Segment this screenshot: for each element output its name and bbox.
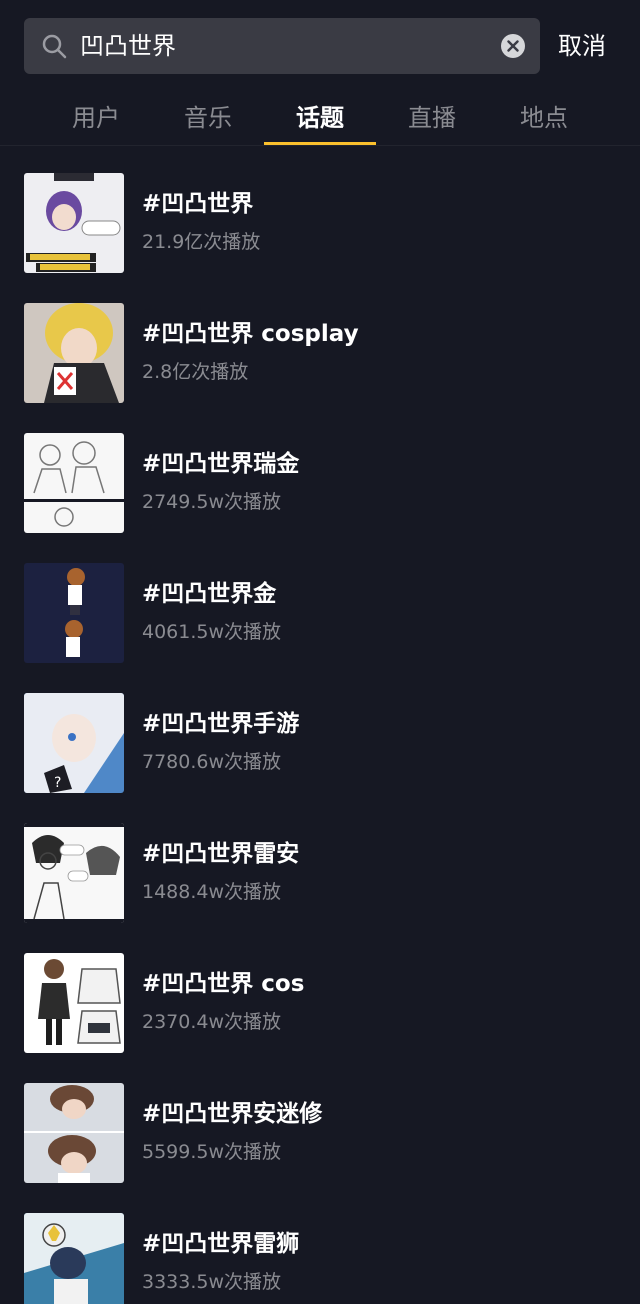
tab-live[interactable]: 直播	[376, 98, 488, 138]
clear-icon[interactable]	[500, 33, 526, 59]
search-icon	[42, 34, 67, 59]
tab-places[interactable]: 地点	[488, 98, 600, 138]
tab-users[interactable]: 用户	[40, 98, 152, 138]
topic-title: #凹凸世界雷安	[142, 841, 300, 867]
play-count: 2749.5w次播放	[142, 491, 282, 513]
topic-thumbnail	[24, 1213, 124, 1304]
tab-video[interactable]: 频	[0, 98, 16, 138]
play-count: 7780.6w次播放	[142, 751, 282, 773]
topic-title: #凹凸世界瑞金	[142, 451, 300, 477]
list-item[interactable]: #凹凸世界 21.9亿次播放	[0, 173, 640, 293]
list-item[interactable]: #凹凸世界雷狮 3333.5w次播放	[0, 1213, 640, 1304]
list-item[interactable]: #凹凸世界金 4061.5w次播放	[0, 563, 640, 683]
list-item[interactable]: #凹凸世界瑞金 2749.5w次播放	[0, 433, 640, 553]
cancel-button[interactable]: 取消	[558, 26, 606, 66]
play-count: 3333.5w次播放	[142, 1271, 282, 1293]
play-count: 2.8亿次播放	[142, 361, 249, 383]
search-query-text[interactable]: 凹凸世界	[80, 30, 176, 62]
tab-goods[interactable]: 商	[600, 98, 640, 138]
topic-thumbnail	[24, 173, 124, 273]
search-input[interactable]: 凹凸世界	[24, 18, 540, 74]
list-item[interactable]: ? #凹凸世界手游 7780.6w次播放	[0, 693, 640, 813]
list-item[interactable]: #凹凸世界安迷修 5599.5w次播放	[0, 1083, 640, 1203]
topic-thumbnail: ?	[24, 693, 124, 793]
play-count: 2370.4w次播放	[142, 1011, 282, 1033]
list-item[interactable]: #凹凸世界雷安 1488.4w次播放	[0, 823, 640, 943]
search-results-page: 凹凸世界 取消 频 用户 音乐 话题 直播 地点 商	[0, 0, 640, 1304]
search-header: 凹凸世界 取消	[0, 0, 640, 92]
play-count: 21.9亿次播放	[142, 231, 261, 253]
category-tabs: 频 用户 音乐 话题 直播 地点 商	[0, 92, 640, 146]
play-count: 1488.4w次播放	[142, 881, 282, 903]
topic-thumbnail	[24, 563, 124, 663]
active-tab-indicator	[264, 142, 376, 145]
tab-topics[interactable]: 话题	[264, 98, 376, 138]
play-count: 4061.5w次播放	[142, 621, 282, 643]
topic-title: #凹凸世界 cosplay	[142, 321, 359, 347]
topic-thumbnail	[24, 303, 124, 403]
topic-thumbnail	[24, 953, 124, 1053]
topic-title: #凹凸世界	[142, 191, 254, 217]
play-count: 5599.5w次播放	[142, 1141, 282, 1163]
topic-title: #凹凸世界手游	[142, 711, 300, 737]
list-item[interactable]: #凹凸世界 cosplay 2.8亿次播放	[0, 303, 640, 423]
topic-thumbnail	[24, 1083, 124, 1183]
topic-title: #凹凸世界雷狮	[142, 1231, 300, 1257]
topic-thumbnail	[24, 823, 124, 923]
topic-title: #凹凸世界 cos	[142, 971, 305, 997]
topic-title: #凹凸世界安迷修	[142, 1101, 323, 1127]
topic-thumbnail	[24, 433, 124, 533]
list-item[interactable]: #凹凸世界 cos 2370.4w次播放	[0, 953, 640, 1073]
svg-text:?: ?	[54, 775, 61, 791]
tab-music[interactable]: 音乐	[152, 98, 264, 138]
topic-title: #凹凸世界金	[142, 581, 277, 607]
